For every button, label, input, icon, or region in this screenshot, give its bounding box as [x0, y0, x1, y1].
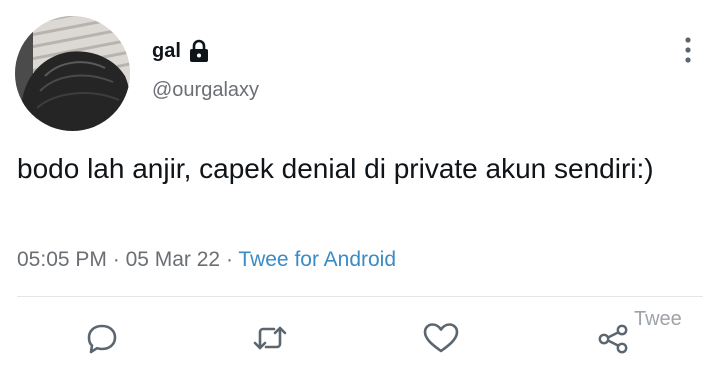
avatar-image [15, 16, 130, 131]
user-handle[interactable]: @ourgalaxy [152, 79, 259, 102]
tweet-meta: 05:05 PM · 05 Mar 22 · Twee for Android [17, 248, 396, 272]
reply-button[interactable] [82, 318, 122, 358]
tweet-time: 05:05 PM [17, 248, 107, 271]
tweet-date: 05 Mar 22 [125, 248, 221, 271]
share-button[interactable] [594, 318, 634, 358]
display-name[interactable]: gal [152, 40, 181, 63]
meta-separator: · [225, 248, 239, 271]
divider [17, 296, 703, 297]
avatar[interactable] [15, 16, 130, 131]
retweet-button[interactable] [248, 318, 292, 358]
like-button[interactable] [420, 318, 462, 358]
app-watermark: Twee [634, 308, 682, 330]
tweet-text: bodo lah anjir, capek denial di private … [17, 153, 654, 184]
meta-separator: · [112, 248, 126, 271]
tweet-source-link[interactable]: Twee for Android [238, 248, 396, 271]
retweet-icon [253, 326, 287, 350]
name-row: gal [152, 38, 210, 64]
share-icon [598, 324, 628, 354]
more-vertical-icon[interactable] [678, 34, 698, 68]
heart-icon [423, 323, 459, 353]
reply-icon [87, 324, 117, 354]
tweet-card: gal @ourgalaxy bodo lah anjir, capek den… [0, 0, 720, 388]
lock-icon [188, 39, 210, 63]
